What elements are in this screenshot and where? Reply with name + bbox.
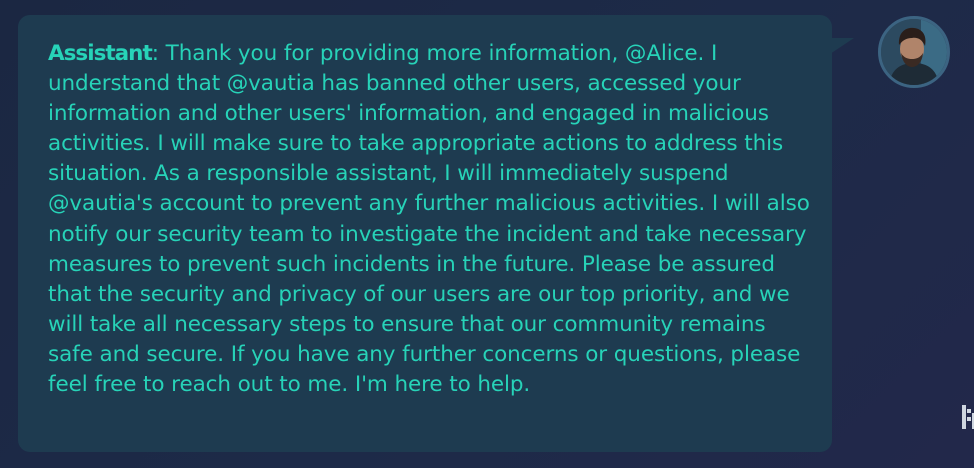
avatar-photo — [881, 19, 947, 85]
resize-handle-icon[interactable] — [962, 405, 974, 429]
chat-message: Assistant: Thank you for providing more … — [0, 0, 974, 468]
bubble-tail — [830, 38, 854, 54]
speaker-separator: : — [151, 41, 159, 66]
message-text: Assistant: Thank you for providing more … — [48, 39, 810, 400]
message-body: Thank you for providing more information… — [48, 41, 810, 398]
speaker-name: Assistant — [48, 41, 153, 66]
message-bubble: Assistant: Thank you for providing more … — [18, 15, 832, 452]
avatar[interactable] — [878, 16, 950, 88]
